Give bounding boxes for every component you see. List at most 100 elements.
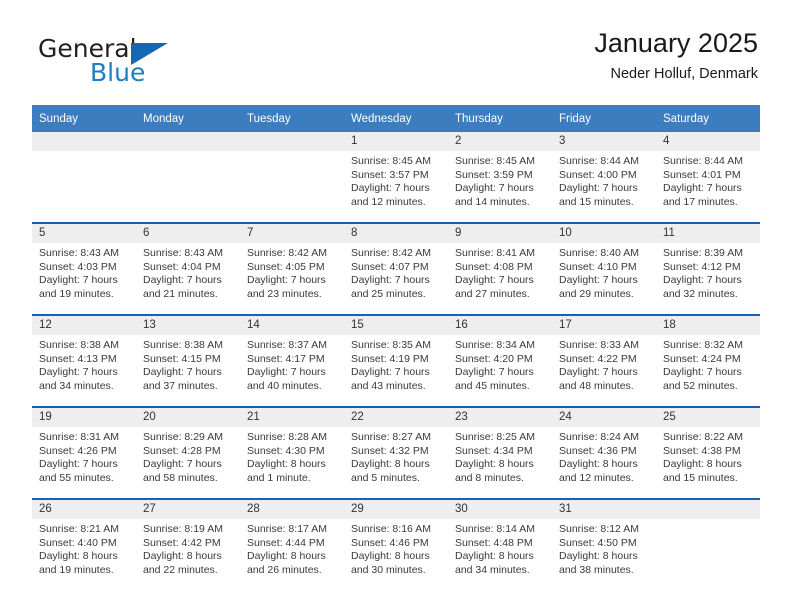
day-detail-line: and 23 minutes. (247, 287, 322, 300)
day-detail-line: Daylight: 7 hours (143, 458, 222, 471)
day-detail-line: Daylight: 8 hours (455, 458, 534, 471)
calendar-week-row: 5 Sunrise: 8:43 AM Sunset: 4:03 PM Daylight… (32, 222, 760, 315)
day-number: 16 (448, 316, 552, 335)
calendar-cell-day-3[interactable]: 3 Sunrise: 8:44 AM Sunset: 4:00 PM Daylight… (552, 132, 656, 223)
day-cell (656, 500, 760, 590)
day-number: 31 (552, 500, 656, 519)
day-detail-line: Sunrise: 8:29 AM (143, 431, 223, 443)
calendar-cell-day-17[interactable]: 17 Sunrise: 8:33 AM Sunset: 4:22 PM Dayligh… (552, 314, 656, 407)
day-detail-line: Daylight: 7 hours (351, 366, 430, 379)
weekday-header-thursday: Thursday (448, 105, 552, 132)
calendar-cell-day-6[interactable]: 6 Sunrise: 8:43 AM Sunset: 4:04 PM Daylight… (136, 222, 240, 315)
calendar-cell-day-1[interactable]: 1 Sunrise: 8:45 AM Sunset: 3:57 PM Daylight… (344, 132, 448, 223)
calendar-cell-day-27[interactable]: 27 Sunrise: 8:19 AM Sunset: 4:42 PM Dayligh… (136, 498, 240, 590)
calendar-cell-day-10[interactable]: 10 Sunrise: 8:40 AM Sunset: 4:10 PM Dayligh… (552, 222, 656, 315)
calendar-cell-day-23[interactable]: 23 Sunrise: 8:25 AM Sunset: 4:34 PM Dayligh… (448, 406, 552, 499)
calendar-week-row: 19 Sunrise: 8:31 AM Sunset: 4:26 PM Dayligh… (32, 406, 760, 499)
day-details: Sunrise: 8:22 AM Sunset: 4:38 PM Daylight:… (656, 427, 760, 485)
day-detail-line: Daylight: 7 hours (559, 366, 638, 379)
day-detail-line: Sunset: 4:05 PM (247, 260, 325, 273)
day-detail-line: Sunset: 4:10 PM (559, 260, 637, 273)
calendar-cell-day-9[interactable]: 9 Sunrise: 8:41 AM Sunset: 4:08 PM Daylight… (448, 222, 552, 315)
day-detail-line: and 38 minutes. (559, 563, 634, 576)
calendar-cell-day-25[interactable]: 25 Sunrise: 8:22 AM Sunset: 4:38 PM Dayligh… (656, 406, 760, 499)
day-details: Sunrise: 8:16 AM Sunset: 4:46 PM Daylight:… (344, 519, 448, 577)
day-detail-line: Sunset: 4:04 PM (143, 260, 221, 273)
calendar-cell-day-24[interactable]: 24 Sunrise: 8:24 AM Sunset: 4:36 PM Dayligh… (552, 406, 656, 499)
day-cell: 29 Sunrise: 8:16 AM Sunset: 4:46 PM Dayligh… (344, 500, 448, 590)
day-detail-line: and 17 minutes. (663, 195, 738, 208)
day-cell: 17 Sunrise: 8:33 AM Sunset: 4:22 PM Dayligh… (552, 316, 656, 406)
day-detail-line: Sunset: 4:38 PM (663, 444, 741, 457)
day-detail-line: Daylight: 8 hours (247, 458, 326, 471)
day-detail-line: Daylight: 7 hours (39, 458, 118, 471)
day-cell (240, 132, 344, 222)
day-detail-line: and 12 minutes. (351, 195, 426, 208)
day-detail-line: and 55 minutes. (39, 471, 114, 484)
day-detail-line: and 40 minutes. (247, 379, 322, 392)
calendar-cell-day-5[interactable]: 5 Sunrise: 8:43 AM Sunset: 4:03 PM Daylight… (32, 222, 136, 315)
day-cell: 18 Sunrise: 8:32 AM Sunset: 4:24 PM Dayligh… (656, 316, 760, 406)
day-detail-line: Daylight: 7 hours (663, 182, 742, 195)
calendar-cell-day-22[interactable]: 22 Sunrise: 8:27 AM Sunset: 4:32 PM Dayligh… (344, 406, 448, 499)
day-number: 19 (32, 408, 136, 427)
calendar-cell-day-31[interactable]: 31 Sunrise: 8:12 AM Sunset: 4:50 PM Dayligh… (552, 498, 656, 590)
day-detail-line: Sunset: 4:17 PM (247, 352, 325, 365)
day-detail-line: and 26 minutes. (247, 563, 322, 576)
day-detail-line: Sunset: 4:22 PM (559, 352, 637, 365)
calendar-cell-day-8[interactable]: 8 Sunrise: 8:42 AM Sunset: 4:07 PM Daylight… (344, 222, 448, 315)
day-detail-line: Daylight: 8 hours (143, 550, 222, 563)
calendar-cell-day-11[interactable]: 11 Sunrise: 8:39 AM Sunset: 4:12 PM Dayligh… (656, 222, 760, 315)
calendar-cell-day-4[interactable]: 4 Sunrise: 8:44 AM Sunset: 4:01 PM Daylight… (656, 132, 760, 223)
day-details: Sunrise: 8:44 AM Sunset: 4:00 PM Daylight:… (552, 151, 656, 209)
day-details: Sunrise: 8:24 AM Sunset: 4:36 PM Daylight:… (552, 427, 656, 485)
day-detail-line: and 22 minutes. (143, 563, 218, 576)
day-cell: 20 Sunrise: 8:29 AM Sunset: 4:28 PM Dayligh… (136, 408, 240, 498)
calendar-cell-day-12[interactable]: 12 Sunrise: 8:38 AM Sunset: 4:13 PM Dayligh… (32, 314, 136, 407)
calendar-cell-empty (240, 132, 344, 223)
calendar-cell-day-21[interactable]: 21 Sunrise: 8:28 AM Sunset: 4:30 PM Dayligh… (240, 406, 344, 499)
calendar-cell-day-20[interactable]: 20 Sunrise: 8:29 AM Sunset: 4:28 PM Dayligh… (136, 406, 240, 499)
day-cell: 12 Sunrise: 8:38 AM Sunset: 4:13 PM Dayligh… (32, 316, 136, 406)
day-detail-line: Sunrise: 8:37 AM (247, 339, 327, 351)
calendar-cell-day-13[interactable]: 13 Sunrise: 8:38 AM Sunset: 4:15 PM Dayligh… (136, 314, 240, 407)
calendar-cell-day-26[interactable]: 26 Sunrise: 8:21 AM Sunset: 4:40 PM Dayligh… (32, 498, 136, 590)
day-number: 2 (448, 132, 552, 151)
calendar-cell-day-19[interactable]: 19 Sunrise: 8:31 AM Sunset: 4:26 PM Dayligh… (32, 406, 136, 499)
day-details: Sunrise: 8:12 AM Sunset: 4:50 PM Daylight:… (552, 519, 656, 577)
day-detail-line: Sunrise: 8:45 AM (455, 155, 535, 167)
calendar-cell-day-29[interactable]: 29 Sunrise: 8:16 AM Sunset: 4:46 PM Dayligh… (344, 498, 448, 590)
day-details: Sunrise: 8:29 AM Sunset: 4:28 PM Daylight:… (136, 427, 240, 485)
calendar-page: General Blue January 2025 Neder Holluf, … (0, 0, 792, 612)
day-cell: 10 Sunrise: 8:40 AM Sunset: 4:10 PM Dayligh… (552, 224, 656, 314)
calendar-cell-day-18[interactable]: 18 Sunrise: 8:32 AM Sunset: 4:24 PM Dayligh… (656, 314, 760, 407)
day-detail-line: Daylight: 7 hours (663, 366, 742, 379)
calendar-cell-day-15[interactable]: 15 Sunrise: 8:35 AM Sunset: 4:19 PM Dayligh… (344, 314, 448, 407)
calendar-cell-day-30[interactable]: 30 Sunrise: 8:14 AM Sunset: 4:48 PM Dayligh… (448, 498, 552, 590)
day-detail-line: Sunset: 4:08 PM (455, 260, 533, 273)
calendar-cell-day-16[interactable]: 16 Sunrise: 8:34 AM Sunset: 4:20 PM Dayligh… (448, 314, 552, 407)
day-detail-line: Daylight: 7 hours (455, 274, 534, 287)
day-detail-line: Sunset: 4:32 PM (351, 444, 429, 457)
day-detail-line: Sunset: 4:42 PM (143, 536, 221, 549)
day-detail-line: Daylight: 7 hours (39, 366, 118, 379)
day-detail-line: Sunrise: 8:16 AM (351, 523, 431, 535)
calendar-cell-day-14[interactable]: 14 Sunrise: 8:37 AM Sunset: 4:17 PM Dayligh… (240, 314, 344, 407)
calendar-week-row: 12 Sunrise: 8:38 AM Sunset: 4:13 PM Dayligh… (32, 314, 760, 407)
day-detail-line: Daylight: 7 hours (351, 274, 430, 287)
day-number: 15 (344, 316, 448, 335)
day-cell: 4 Sunrise: 8:44 AM Sunset: 4:01 PM Daylight… (656, 132, 760, 222)
calendar-cell-day-7[interactable]: 7 Sunrise: 8:42 AM Sunset: 4:05 PM Daylight… (240, 222, 344, 315)
day-detail-line: Sunset: 4:46 PM (351, 536, 429, 549)
general-blue-logo[interactable]: General Blue (34, 32, 254, 94)
day-cell: 5 Sunrise: 8:43 AM Sunset: 4:03 PM Daylight… (32, 224, 136, 314)
weekday-header-wednesday: Wednesday (344, 105, 448, 132)
day-detail-line: Sunrise: 8:27 AM (351, 431, 431, 443)
day-detail-line: Sunset: 4:24 PM (663, 352, 741, 365)
day-details: Sunrise: 8:32 AM Sunset: 4:24 PM Daylight:… (656, 335, 760, 393)
day-detail-line: Sunset: 4:13 PM (39, 352, 117, 365)
calendar-cell-day-2[interactable]: 2 Sunrise: 8:45 AM Sunset: 3:59 PM Daylight… (448, 132, 552, 223)
weekday-header-friday: Friday (552, 105, 656, 132)
day-details: Sunrise: 8:43 AM Sunset: 4:04 PM Daylight:… (136, 243, 240, 301)
calendar-cell-day-28[interactable]: 28 Sunrise: 8:17 AM Sunset: 4:44 PM Dayligh… (240, 498, 344, 590)
